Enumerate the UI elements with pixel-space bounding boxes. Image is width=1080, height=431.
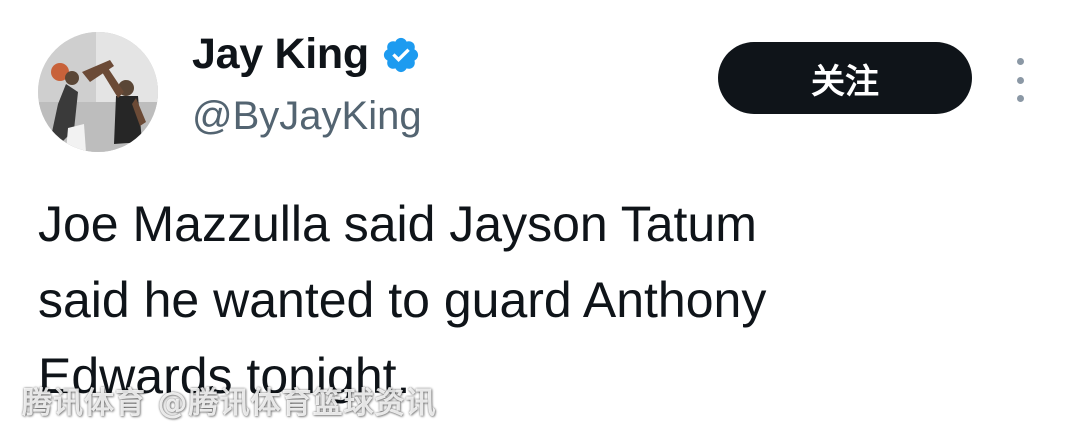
more-dot bbox=[1016, 95, 1024, 102]
more-dot bbox=[1016, 76, 1024, 84]
watermark: 腾讯体育 @腾讯体育篮球资讯 bbox=[22, 386, 437, 421]
tweet-card: Jay King @ByJayKing 关注 Joe Mazzulla said… bbox=[0, 0, 1080, 431]
name-row: Jay King bbox=[192, 30, 421, 79]
more-vertical-icon[interactable] bbox=[1012, 58, 1028, 102]
avatar[interactable] bbox=[38, 32, 158, 152]
verified-badge-icon bbox=[381, 35, 421, 75]
more-dot bbox=[1016, 58, 1024, 65]
user-handle[interactable]: @ByJayKing bbox=[192, 94, 422, 139]
display-name[interactable]: Jay King bbox=[192, 30, 369, 79]
avatar-photo bbox=[38, 32, 158, 152]
follow-button[interactable]: 关注 bbox=[718, 42, 972, 114]
